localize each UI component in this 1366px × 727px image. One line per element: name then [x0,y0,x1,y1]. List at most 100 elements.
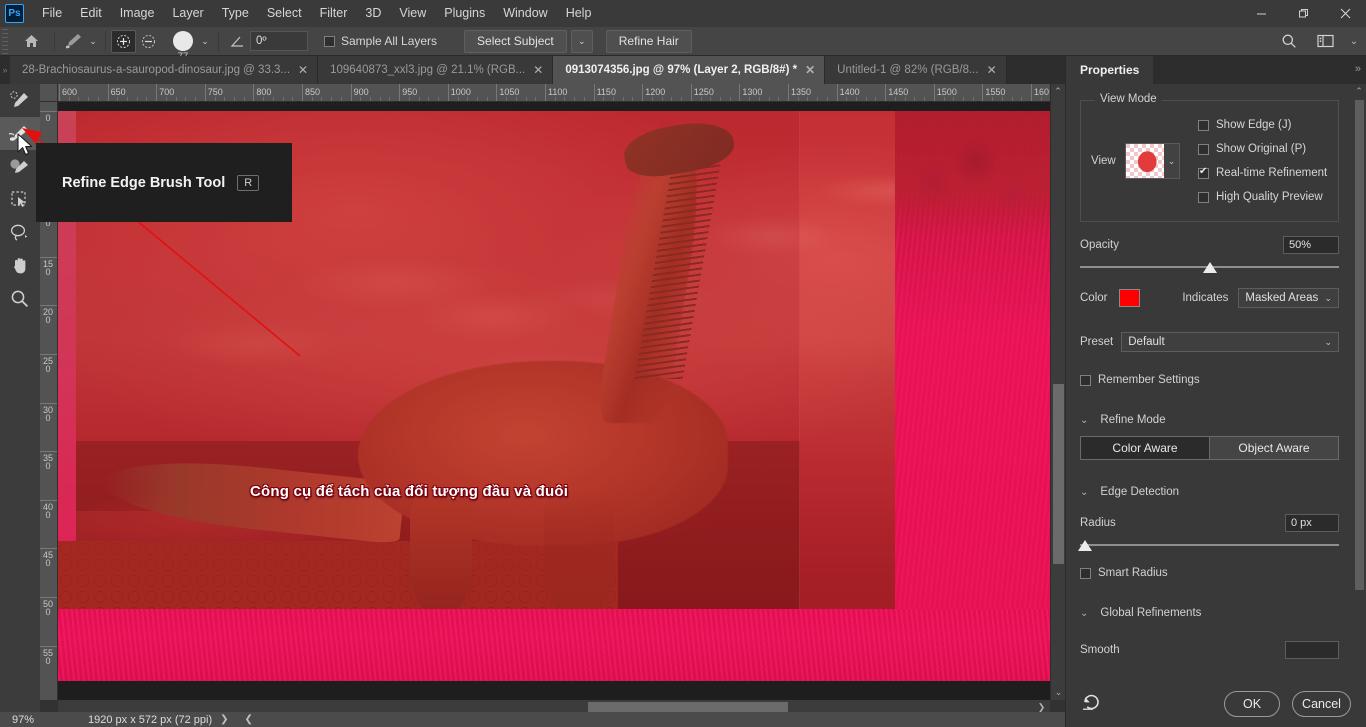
indicates-select[interactable]: Masked Areas ⌄ [1238,288,1339,308]
opacity-input[interactable]: 50% [1283,236,1339,254]
smart-radius-checkbox[interactable]: Smart Radius [1080,567,1339,579]
refine-mode-title: Refine Mode [1100,414,1165,426]
close-icon[interactable]: ✕ [805,63,815,77]
reset-icon[interactable] [1082,693,1102,716]
close-button[interactable] [1324,0,1366,27]
doc-info-collapse-icon[interactable]: ❮ [237,714,261,725]
ruler-label: 1000 [451,87,471,97]
checkbox-label: Show Original (P) [1216,143,1306,155]
panel-collapse-icon[interactable]: » [1355,63,1361,75]
ruler-tick [982,84,983,102]
ok-button[interactable]: OK [1224,691,1280,717]
brush-preset-caret-icon[interactable]: ⌄ [197,30,213,52]
menu-filter[interactable]: Filter [311,0,357,27]
refine-mode-section-header[interactable]: ⌄ Refine Mode [1080,414,1339,426]
scroll-up-icon[interactable]: ⌃ [1051,84,1065,99]
segment-object-aware[interactable]: Object Aware [1209,437,1338,459]
workspace-caret-icon[interactable]: ⌄ [1348,30,1360,52]
segment-color-aware[interactable]: Color Aware [1081,437,1209,459]
menu-edit[interactable]: Edit [71,0,111,27]
menu-3d[interactable]: 3D [356,0,390,27]
mask-color-swatch[interactable] [1119,289,1140,307]
ruler-tick [40,500,58,501]
search-icon[interactable] [1276,30,1302,52]
document-tab-3-active[interactable]: 0913074356.jpg @ 97% (Layer 2, RGB/8#) *… [553,56,825,84]
menu-image[interactable]: Image [111,0,164,27]
title-bar: Ps File Edit Image Layer Type Select Fil… [0,0,1366,27]
menu-help[interactable]: Help [557,0,601,27]
tab-properties[interactable]: Properties [1066,56,1153,84]
subtract-mode-button[interactable] [136,30,161,53]
global-refinements-section-header[interactable]: ⌄ Global Refinements [1080,607,1339,619]
add-mode-button[interactable] [111,30,136,53]
menu-layer[interactable]: Layer [163,0,212,27]
ruler-label: 1500 [937,87,957,97]
select-subject-button[interactable]: Select Subject [464,30,567,53]
doc-info-expand-icon[interactable]: ❯ [212,714,236,725]
maximize-button[interactable] [1282,0,1324,27]
panel-scroll-thumb[interactable] [1355,100,1364,590]
ruler-minor-tick [283,97,284,101]
select-subject-caret-icon[interactable]: ⌄ [571,30,593,53]
tabbar-grip[interactable]: » [0,56,10,84]
zoom-tool-icon[interactable] [0,282,40,315]
canvas-vertical-scrollbar[interactable]: ⌃ ⌄ [1050,84,1065,700]
brush-size-preset[interactable]: 77 [169,31,197,51]
view-preset-picker[interactable]: ⌄ [1125,143,1180,179]
zoom-level[interactable]: 97% [0,714,58,726]
radius-input[interactable]: 0 px [1285,514,1339,532]
minimize-button[interactable] [1240,0,1282,27]
preset-select[interactable]: Default ⌄ [1121,332,1339,352]
checkbox-box [1198,168,1209,179]
checkbox-show-original[interactable]: Show Original (P) [1198,137,1328,161]
document-tab-4[interactable]: Untitled-1 @ 82% (RGB/8... ✕ [825,56,1006,84]
ruler-minor-tick [535,97,536,101]
options-bar-grip[interactable] [0,27,10,56]
ruler-tick [40,451,58,452]
menu-window[interactable]: Window [494,0,556,27]
remember-settings-checkbox[interactable]: Remember Settings [1080,374,1339,386]
menu-type[interactable]: Type [213,0,258,27]
menu-plugins[interactable]: Plugins [435,0,494,27]
menu-file[interactable]: File [33,0,71,27]
sample-all-layers-checkbox[interactable]: Sample All Layers [324,34,437,48]
quick-selection-tool-icon[interactable] [0,84,40,117]
opacity-slider[interactable] [1080,262,1339,272]
checkbox-show-edge[interactable]: Show Edge (J) [1198,113,1328,137]
menu-view[interactable]: View [390,0,435,27]
close-icon[interactable]: ✕ [298,63,308,77]
workspace-icon[interactable] [1312,30,1338,52]
document-tab-1[interactable]: 28-Brachiosaurus-a-sauropod-dinosaur.jpg… [10,56,318,84]
scroll-down-icon[interactable]: ⌄ [1051,685,1066,700]
scroll-up-icon[interactable]: ⌃ [1352,84,1366,98]
ruler-minor-tick [146,97,147,101]
tool-preset-caret-icon[interactable]: ⌄ [86,30,100,52]
slider-knob[interactable] [1078,540,1092,551]
object-selection-tool-icon[interactable] [0,183,40,216]
panel-tab-bar: Properties » [1066,56,1366,84]
refine-edge-brush-icon[interactable] [60,30,86,52]
ruler-label: 1150 [597,87,616,97]
checkbox-realtime-refinement[interactable]: Real-time Refinement [1198,161,1328,185]
smooth-input[interactable] [1285,641,1339,659]
slider-knob[interactable] [1203,262,1217,273]
hand-tool-icon[interactable] [0,249,40,282]
menu-select[interactable]: Select [258,0,311,27]
close-icon[interactable]: ✕ [533,63,543,77]
close-icon[interactable]: ✕ [987,63,997,77]
edge-detection-section-header[interactable]: ⌄ Edge Detection [1080,486,1339,498]
properties-panel-scrollbar[interactable]: ⌃ ⌄ [1352,84,1366,727]
vertical-scroll-thumb[interactable] [1053,384,1064,564]
lasso-tool-icon[interactable] [0,216,40,249]
checkbox-high-quality-preview[interactable]: High Quality Preview [1198,185,1328,209]
horizontal-ruler[interactable]: 6006507007508008509009501000105011001150… [58,84,1050,102]
refine-hair-button[interactable]: Refine Hair [606,30,692,53]
radius-slider[interactable] [1080,540,1339,550]
cancel-button[interactable]: Cancel [1292,691,1351,717]
document-tab-2[interactable]: 109640873_xxl3.jpg @ 21.1% (RGB... ✕ [318,56,553,84]
angle-input[interactable]: 0º [250,31,308,51]
home-icon[interactable] [18,30,44,52]
checkbox-box [1198,192,1209,203]
chevron-down-icon[interactable]: ⌄ [1164,144,1179,178]
opacity-label: Opacity [1080,239,1119,251]
